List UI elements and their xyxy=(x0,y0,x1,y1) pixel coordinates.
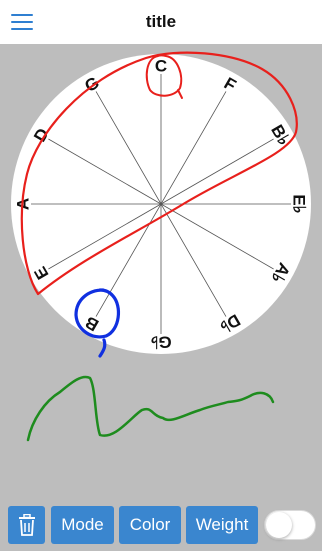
weight-button[interactable]: Weight xyxy=(186,506,258,544)
page-title: title xyxy=(145,12,177,31)
green-scribble-stroke xyxy=(26,375,275,442)
drawing-canvas[interactable]: C F B♭ E♭ A♭ D♭ G♭ B E A D G xyxy=(0,44,322,498)
toggle-knob xyxy=(266,512,292,538)
trash-icon xyxy=(18,514,35,536)
wheel-label: E♭ xyxy=(290,194,309,213)
toggle-switch[interactable] xyxy=(264,510,316,540)
wheel-label: C xyxy=(155,57,167,76)
app-header: title xyxy=(0,0,322,44)
bottom-toolbar: Mode Color Weight xyxy=(0,498,322,551)
mode-button[interactable]: Mode xyxy=(51,506,114,544)
delete-button[interactable] xyxy=(8,506,45,544)
circle-of-fifths-wheel: CFB♭E♭A♭D♭G♭BEADG xyxy=(11,51,311,442)
wheel-label: G♭ xyxy=(150,333,171,352)
color-button[interactable]: Color xyxy=(119,506,181,544)
